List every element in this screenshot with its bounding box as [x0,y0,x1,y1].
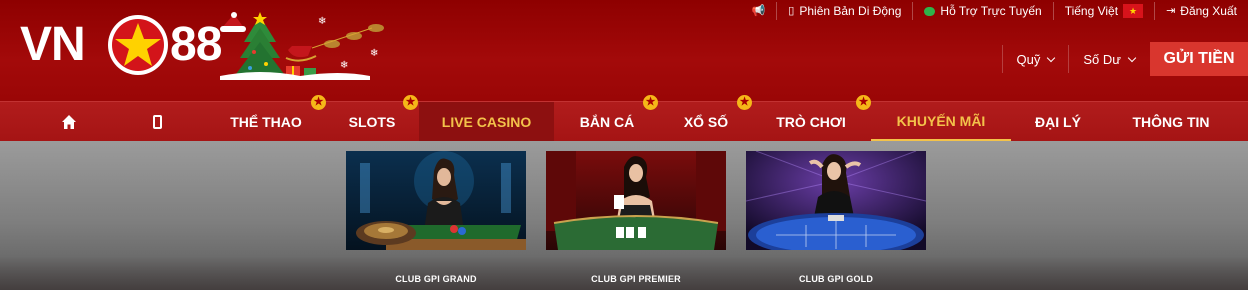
game-label-gpi-gold: CLUB GPI GOLD [798,274,874,284]
game-label-gpi-premier: CLUB GPI PREMIER [591,274,681,284]
logout-icon: ⇥ [1166,5,1176,17]
nav-sports-label: THỂ THAO [230,113,302,130]
chevron-down-icon [1047,53,1056,62]
fund-dropdown[interactable]: Quỹ [1001,45,1069,73]
nav-live-casino[interactable]: LIVE CASINO [419,102,554,141]
game-label-gpi-grand: CLUB GPI GRAND [395,274,477,284]
logout-label: Đăng Xuất [1180,4,1237,18]
nav-home[interactable] [52,102,86,141]
nav-promotions[interactable]: KHUYẾN MÃI [871,102,1011,141]
svg-text:❄: ❄ [318,16,326,27]
chat-bubble-icon [924,6,936,16]
fund-label: Quỹ [1016,51,1041,67]
logo-star-ball-icon [108,15,168,75]
svg-text:❄: ❄ [340,60,348,71]
christmas-decoration-icon: ❄ ❄ ❄ [220,12,384,80]
megaphone-icon: 📢 [751,5,766,17]
nav-sports[interactable]: THỂ THAO ★ [214,95,326,141]
vietnam-flag-icon: ★ [1123,4,1144,18]
game-card-gpi-grand[interactable]: CLUB GPI GRAND [346,151,526,284]
nav-info-label: THÔNG TIN [1132,113,1210,130]
nav-slots-label: SLOTS [348,113,396,130]
nav-live-casino-label: LIVE CASINO [441,113,532,130]
game-card-gpi-gold[interactable]: CLUB GPI GOLD [745,150,927,284]
game-thumbnail-gpi-gold[interactable] [745,150,927,257]
mobile-phone-icon [152,114,162,129]
star-badge-icon: ★ [856,95,871,110]
star-badge-icon: ★ [311,95,326,110]
game-thumbnail-gpi-premier[interactable] [546,151,726,250]
logo-text-88: 88 [170,18,222,71]
nav-games-label: TRÒ CHƠI [776,113,846,130]
balance-label: Số Dư [1083,51,1121,67]
mobile-version-link[interactable]: ▯ Phiên Bản Di Động [776,2,912,20]
chevron-down-icon [1127,53,1137,62]
nav-info[interactable]: THÔNG TIN [1116,102,1226,141]
mobile-phone-icon: ▯ [788,5,795,17]
nav-fishing-label: BẮN CÁ [579,113,635,130]
live-support-link[interactable]: Hỗ Trợ Trực Tuyến [912,2,1052,20]
nav-games[interactable]: TRÒ CHƠI ★ [762,95,871,141]
star-badge-icon: ★ [737,95,752,110]
mobile-version-label: Phiên Bản Di Động [799,4,902,18]
site-header: VN 88 ❄ ❄ ❄ 📢 ▯ Phiên Bản Di Động Hỗ Trợ… [0,0,1248,101]
nav-agent-label: ĐẠI LÝ [1035,113,1081,130]
nav-fishing[interactable]: BẮN CÁ ★ [570,95,658,141]
game-card-gpi-premier[interactable]: CLUB GPI PREMIER [546,151,726,284]
nav-lottery[interactable]: XỔ SỐ ★ [674,95,752,141]
nav-promotions-label: KHUYẾN MÃI [896,112,986,129]
star-badge-icon: ★ [403,95,418,110]
announcement-button[interactable]: 📢 [741,2,777,20]
balance-dropdown[interactable]: Số Dư [1068,45,1149,73]
account-bar: Quỹ Số Dư GỬI TIỀN [1001,41,1248,77]
language-label: Tiếng Việt [1064,4,1119,18]
main-nav: THỂ THAO ★ SLOTS ★ LIVE CASINO BẮN CÁ ★ … [0,95,1248,141]
deposit-button[interactable]: GỬI TIỀN [1150,42,1248,76]
live-support-label: Hỗ Trợ Trực Tuyến [940,4,1042,18]
nav-agent[interactable]: ĐẠI LÝ [1024,102,1092,141]
top-utility-bar: 📢 ▯ Phiên Bản Di Động Hỗ Trợ Trực Tuyến … [741,0,1248,22]
language-selector[interactable]: Tiếng Việt ★ [1052,2,1154,20]
game-thumbnail-gpi-grand[interactable] [346,151,526,250]
nav-slots[interactable]: SLOTS ★ [338,95,418,141]
logo-text-vn: VN [20,18,86,71]
star-badge-icon: ★ [643,95,658,110]
nav-lottery-label: XỔ SỐ [683,113,729,130]
svg-text:❄: ❄ [370,48,378,59]
vn88-logo[interactable]: VN 88 ❄ ❄ ❄ [20,10,390,80]
nav-mobile[interactable] [140,102,174,141]
live-casino-dropdown-panel: CLUB GPI GRAND CLUB GPI PREMIER CLUB GPI… [0,141,1248,290]
logout-link[interactable]: ⇥ Đăng Xuất [1154,2,1248,20]
home-icon [62,114,76,129]
